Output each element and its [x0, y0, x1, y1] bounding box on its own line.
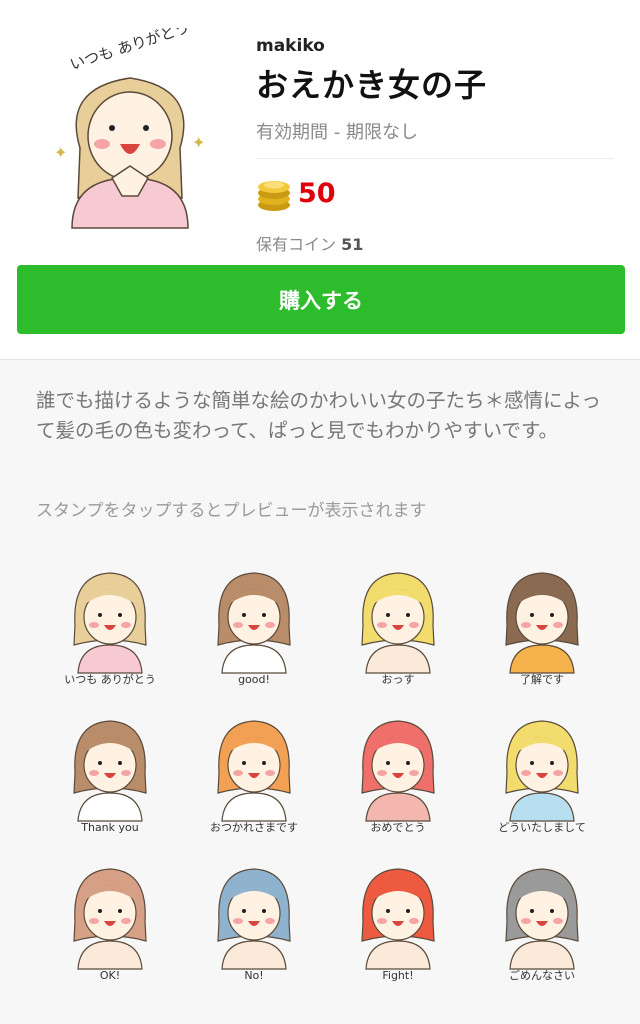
- preview-hint: スタンプをタップするとプレビューが表示されます: [36, 501, 427, 521]
- sticker-thumbnail[interactable]: Thank you: [40, 694, 180, 842]
- sticker-thumbnail[interactable]: good!: [184, 546, 324, 694]
- sticker-thumbnail[interactable]: いつも ありがとう: [40, 546, 180, 694]
- main-sticker-image: いつも ありがとう ✦ ✦: [54, 28, 205, 229]
- sticker-thumbnail[interactable]: ごめんなさい: [472, 842, 612, 990]
- sticker-description: 誰でも描けるような簡単な絵のかわいい女の子たち＊感情によって髪の毛の色も変わって…: [36, 389, 601, 442]
- sticker-caption: 了解です: [520, 672, 564, 685]
- sticker-image: 了解です: [505, 572, 579, 685]
- sticker-thumbnail[interactable]: 了解です: [472, 546, 612, 694]
- owned-coins-label: 保有コイン: [256, 235, 337, 254]
- sticker-image: おっす: [361, 572, 435, 685]
- sticker-caption: おめでとう: [371, 821, 426, 833]
- price-value: 50: [298, 177, 336, 209]
- sticker-image: Thank you: [73, 720, 147, 833]
- coin-icon: [258, 181, 290, 211]
- sticker-image: どういたしまして: [498, 720, 586, 833]
- sticker-image: おつかれさまです: [210, 720, 298, 833]
- buy-button[interactable]: 購入する: [17, 265, 625, 334]
- sticker-caption: おっす: [382, 673, 415, 685]
- sticker-thumbnail[interactable]: No!: [184, 842, 324, 990]
- sticker-image: good!: [217, 572, 291, 685]
- sticker-thumbnail[interactable]: どういたしまして: [472, 694, 612, 842]
- price-row: 50: [256, 173, 614, 213]
- sticker-title: おえかき女の子: [256, 66, 488, 104]
- sticker-caption: good!: [238, 673, 270, 685]
- sticker-image: OK!: [73, 868, 147, 981]
- svg-text:✦: ✦: [192, 133, 205, 152]
- sticker-caption: No!: [244, 969, 263, 981]
- sticker-caption: OK!: [100, 969, 120, 981]
- sticker-caption: おつかれさまです: [210, 821, 298, 833]
- sticker-caption: いつも ありがとう: [64, 672, 156, 685]
- sticker-thumbnail[interactable]: おっす: [328, 546, 468, 694]
- sticker-thumbnail[interactable]: OK!: [40, 842, 180, 990]
- sticker-image: いつも ありがとう: [64, 572, 156, 685]
- sticker-info: makiko おえかき女の子 有効期間 - 期限なし 50 保有コイン 51: [256, 36, 614, 255]
- sticker-thumbnail[interactable]: おめでとう: [328, 694, 468, 842]
- sticker-image: No!: [217, 868, 291, 981]
- sticker-thumbnail[interactable]: おつかれさまです: [184, 694, 324, 842]
- author-name[interactable]: makiko: [256, 36, 614, 56]
- sticker-grid: いつも ありがとう good! おっす 了解です Thank you おつかれさまです おめ…: [40, 546, 620, 990]
- owned-coins-count: 51: [341, 235, 364, 254]
- sticker-caption: ごめんなさい: [509, 968, 575, 981]
- sticker-image: Fight!: [361, 868, 435, 981]
- sticker-thumbnail[interactable]: Fight!: [328, 842, 468, 990]
- sticker-image: ごめんなさい: [505, 868, 579, 981]
- owned-coins: 保有コイン 51: [256, 231, 614, 255]
- sticker-header: いつも ありがとう ✦ ✦ makiko おえかき女の子 有効期間 - 期限なし…: [0, 0, 640, 360]
- sticker-image: おめでとう: [361, 720, 435, 833]
- svg-text:✦: ✦: [54, 143, 67, 162]
- sticker-caption: Fight!: [382, 969, 413, 981]
- main-sticker-caption: いつも ありがとう: [68, 28, 192, 74]
- sticker-caption: どういたしまして: [498, 821, 586, 833]
- validity-period: 有効期間 - 期限なし: [256, 118, 614, 159]
- sticker-caption: Thank you: [80, 821, 138, 833]
